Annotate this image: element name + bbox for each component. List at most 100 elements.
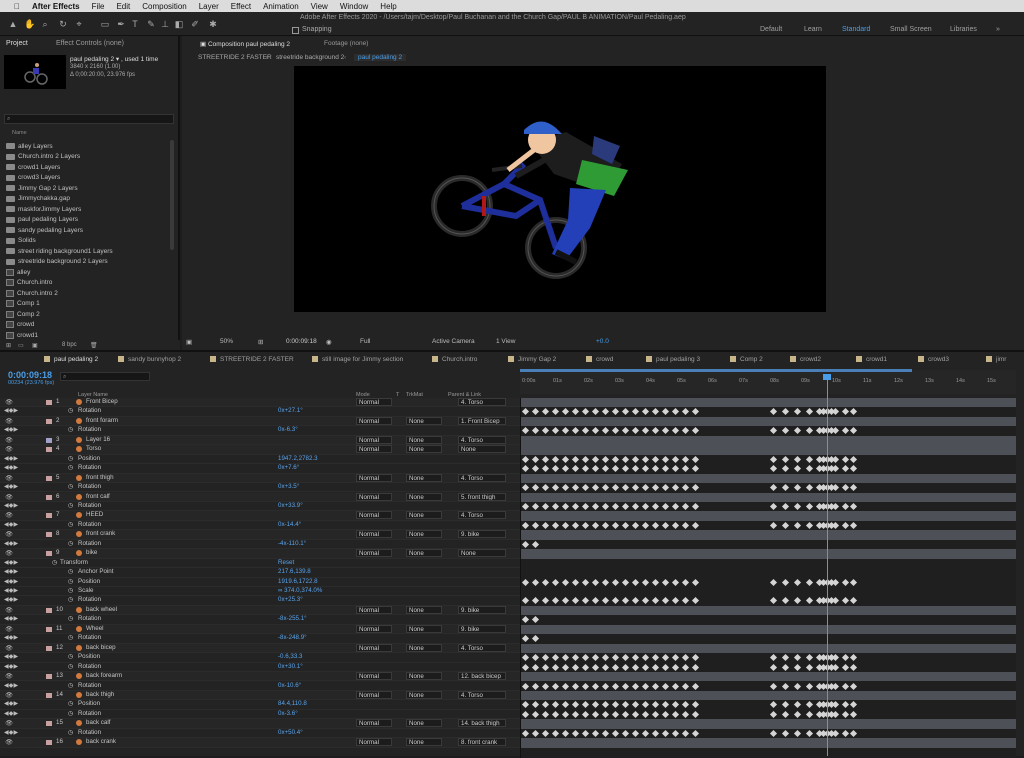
keyframe[interactable] — [631, 701, 640, 709]
keyframe[interactable] — [601, 408, 610, 416]
roto-tool-icon[interactable]: ✐ — [190, 19, 200, 29]
property-row[interactable]: ◀◆▶ ◷ Anchor Point 217.6,139.8 — [0, 568, 520, 578]
keyframe[interactable] — [793, 729, 802, 737]
keyframe[interactable] — [849, 484, 858, 492]
keyframe-nav-icon[interactable]: ◀◆▶ — [4, 483, 18, 490]
keyframe[interactable] — [561, 597, 570, 605]
keyframe[interactable] — [681, 663, 690, 671]
property-value[interactable]: 0x-3.6° — [278, 710, 298, 717]
keyframe[interactable] — [769, 710, 778, 718]
keyframe[interactable] — [521, 578, 530, 586]
keyframe[interactable] — [611, 408, 620, 416]
keyframe[interactable] — [661, 484, 670, 492]
blend-mode-select[interactable]: Normal — [356, 643, 392, 652]
keyframe[interactable] — [521, 710, 530, 718]
keyframe-nav-icon[interactable]: ◀◆▶ — [4, 568, 18, 575]
keyframe-nav-icon[interactable]: ◀◆▶ — [4, 578, 18, 585]
blend-mode-select[interactable]: Normal — [356, 672, 392, 681]
keyframe[interactable] — [661, 521, 670, 529]
menu-composition[interactable]: Composition — [142, 2, 186, 11]
property-value[interactable]: 0x+50.4° — [278, 729, 303, 736]
property-value[interactable]: 0x-14.4° — [278, 521, 301, 528]
keyframe[interactable] — [531, 710, 540, 718]
keyframe[interactable] — [651, 701, 660, 709]
tab-composition[interactable]: ▣ Composition paul pedaling 2 — [200, 40, 290, 48]
keyframe[interactable] — [641, 710, 650, 718]
tab-project[interactable]: Project — [6, 40, 28, 47]
keyframe[interactable] — [621, 521, 630, 529]
keyframe[interactable] — [581, 455, 590, 463]
keyframe[interactable] — [805, 682, 814, 690]
keyframe[interactable] — [781, 729, 790, 737]
property-row[interactable]: ◀◆▶ ◷ Rotation 0x+3.5° — [0, 483, 520, 493]
keyframe[interactable] — [841, 597, 850, 605]
parent-select[interactable]: 4. Torso — [458, 690, 506, 699]
keyframe[interactable] — [831, 654, 840, 662]
keyframe[interactable] — [591, 729, 600, 737]
keyframe[interactable] — [769, 502, 778, 510]
keyframe[interactable] — [601, 597, 610, 605]
label-color-swatch[interactable] — [46, 626, 52, 632]
keyframe[interactable] — [541, 710, 550, 718]
keyframe[interactable] — [651, 654, 660, 662]
trkmat-select[interactable]: None — [406, 473, 442, 482]
viewer-timecode[interactable]: 0:00:09:18 — [286, 338, 317, 345]
keyframe[interactable] — [601, 484, 610, 492]
layer-track[interactable] — [521, 690, 1016, 701]
eye-icon[interactable]: 👁 — [5, 474, 13, 482]
comp-canvas[interactable] — [294, 66, 826, 312]
project-search-input[interactable]: ⌕ — [4, 114, 174, 124]
keyframe[interactable] — [641, 654, 650, 662]
property-track[interactable] — [521, 559, 1016, 568]
keyframe[interactable] — [591, 710, 600, 718]
keyframe[interactable] — [611, 663, 620, 671]
keyframe[interactable] — [841, 408, 850, 416]
layer-row[interactable]: 👁 8 front crank Normal None 9. bike — [0, 530, 520, 540]
keyframe[interactable] — [531, 502, 540, 510]
blend-mode-select[interactable]: Normal — [356, 492, 392, 501]
keyframe-nav-icon[interactable]: ◀◆▶ — [4, 464, 18, 471]
keyframe[interactable] — [781, 654, 790, 662]
eye-icon[interactable]: 👁 — [5, 436, 13, 444]
keyframe[interactable] — [631, 682, 640, 690]
keyframe[interactable] — [671, 682, 680, 690]
keyframe[interactable] — [661, 729, 670, 737]
keyframe[interactable] — [611, 521, 620, 529]
stopwatch-icon[interactable]: ◷ — [68, 578, 73, 585]
keyframe[interactable] — [769, 701, 778, 709]
keyframe[interactable] — [541, 455, 550, 463]
trkmat-select[interactable]: None — [406, 624, 442, 633]
keyframe-nav-icon[interactable]: ◀◆▶ — [4, 615, 18, 622]
keyframe[interactable] — [551, 654, 560, 662]
label-color-swatch[interactable] — [46, 607, 52, 613]
keyframe[interactable] — [571, 701, 580, 709]
keyframe[interactable] — [591, 578, 600, 586]
layer-track[interactable] — [521, 530, 1016, 540]
keyframe[interactable] — [531, 729, 540, 737]
layer-row[interactable]: 👁 6 front calf Normal None 5. front thigh — [0, 492, 520, 502]
keyframe[interactable] — [769, 455, 778, 463]
trkmat-select[interactable]: None — [406, 492, 442, 501]
property-value[interactable]: -8x-248.9° — [278, 634, 307, 641]
tab-effect-controls[interactable]: Effect Controls (none) — [56, 40, 124, 47]
trkmat-select[interactable]: None — [406, 690, 442, 699]
keyframe[interactable] — [691, 465, 700, 473]
keyframe[interactable] — [671, 663, 680, 671]
keyframe[interactable] — [849, 682, 858, 690]
keyframe[interactable] — [631, 521, 640, 529]
playhead-line[interactable] — [827, 376, 828, 756]
keyframe-nav-icon[interactable]: ◀◆▶ — [4, 407, 18, 414]
keyframe[interactable] — [531, 635, 540, 643]
keyframe[interactable] — [671, 597, 680, 605]
keyframe[interactable] — [621, 578, 630, 586]
property-track[interactable] — [521, 587, 1016, 596]
timeline-tab[interactable]: STREETRIDE 2 FASTER — [210, 356, 294, 363]
keyframe[interactable] — [661, 701, 670, 709]
property-row[interactable]: ◀◆▶ ◷ Rotation 0x-3.6° — [0, 710, 520, 720]
layer-name[interactable]: back forearm — [86, 672, 122, 679]
keyframe[interactable] — [571, 465, 580, 473]
trkmat-select[interactable]: None — [406, 643, 442, 652]
keyframe[interactable] — [849, 455, 858, 463]
layer-row[interactable]: 👁 13 back forearm Normal None 12. back bicep — [0, 672, 520, 682]
keyframe[interactable] — [631, 484, 640, 492]
